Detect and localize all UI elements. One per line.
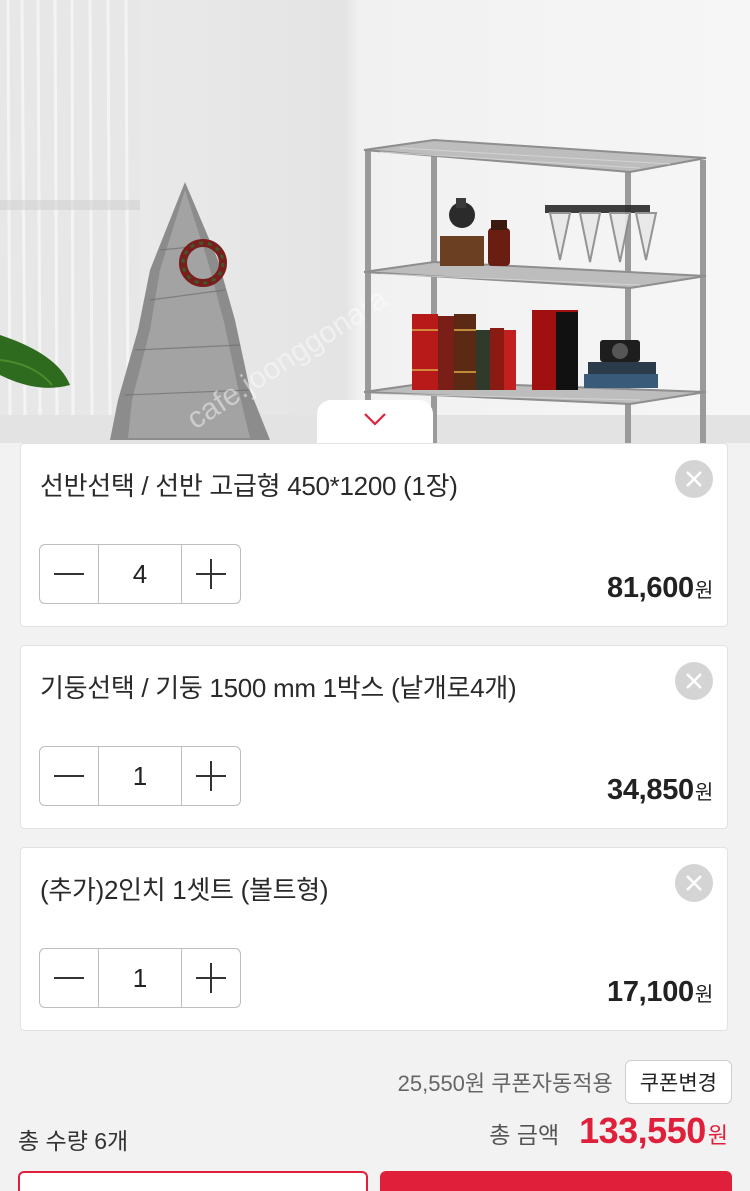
quantity-stepper: 1 xyxy=(39,948,241,1008)
close-icon xyxy=(686,471,702,487)
chevron-down-icon xyxy=(364,413,386,426)
cart-button[interactable] xyxy=(18,1171,368,1191)
total-price-label: 총 금액 xyxy=(489,1122,560,1148)
option-price: 17,100원 xyxy=(607,976,713,1009)
currency-label: 원 xyxy=(694,782,713,804)
close-icon xyxy=(686,673,702,689)
decrease-button[interactable] xyxy=(40,949,98,1007)
option-title: 선반선택 / 선반 고급형 450*1200 (1장) xyxy=(40,471,458,501)
plus-icon xyxy=(196,761,227,791)
quantity-value[interactable]: 4 xyxy=(97,545,183,603)
product-photo: cafe.joonggonara xyxy=(0,0,750,443)
option-card: (추가)2인치 1셋트 (볼트형) 1 17,100원 xyxy=(20,847,728,1031)
minus-icon xyxy=(53,977,84,979)
coupon-row: 25,550원 쿠폰자동적용 쿠폰변경 xyxy=(398,1059,732,1105)
option-price: 81,600원 xyxy=(607,572,713,605)
currency-label: 원 xyxy=(694,580,713,602)
decrease-button[interactable] xyxy=(40,747,98,805)
quantity-value[interactable]: 1 xyxy=(97,949,183,1007)
option-card: 선반선택 / 선반 고급형 450*1200 (1장) 4 81,600원 xyxy=(20,443,728,627)
remove-option-button[interactable] xyxy=(675,864,713,902)
option-price: 34,850원 xyxy=(607,774,713,807)
total-price-value: 133,550 xyxy=(579,1110,706,1151)
plus-icon xyxy=(196,963,227,993)
increase-button[interactable] xyxy=(182,747,240,805)
remove-option-button[interactable] xyxy=(675,460,713,498)
option-title: 기둥선택 / 기둥 1500 mm 1박스 (낱개로4개) xyxy=(40,673,517,703)
quantity-value[interactable]: 1 xyxy=(97,747,183,805)
product-photo-illustration: cafe.joonggonara xyxy=(0,0,750,443)
total-quantity: 총 수량 6개 xyxy=(18,1128,129,1154)
remove-option-button[interactable] xyxy=(675,662,713,700)
increase-button[interactable] xyxy=(182,545,240,603)
total-currency-label: 원 xyxy=(707,1123,728,1148)
close-icon xyxy=(686,875,702,891)
coupon-applied-text: 25,550원 쿠폰자동적용 xyxy=(397,1071,613,1096)
option-card: 기둥선택 / 기둥 1500 mm 1박스 (낱개로4개) 1 34,850원 xyxy=(20,645,728,829)
minus-icon xyxy=(53,573,84,575)
total-price-block: 총 금액 133,550 원 xyxy=(489,1110,728,1152)
currency-label: 원 xyxy=(694,984,713,1006)
buy-now-button[interactable] xyxy=(380,1171,732,1191)
minus-icon xyxy=(53,775,84,777)
option-price-value: 34,850 xyxy=(606,774,694,806)
option-price-value: 81,600 xyxy=(606,572,694,604)
increase-button[interactable] xyxy=(182,949,240,1007)
option-price-value: 17,100 xyxy=(606,976,694,1008)
option-title: (추가)2인치 1셋트 (볼트형) xyxy=(40,875,329,905)
collapse-options-button[interactable] xyxy=(317,400,433,443)
plus-icon xyxy=(196,559,227,589)
change-coupon-button[interactable]: 쿠폰변경 xyxy=(624,1060,732,1104)
quantity-stepper: 4 xyxy=(39,544,241,604)
quantity-stepper: 1 xyxy=(39,746,241,806)
decrease-button[interactable] xyxy=(40,545,98,603)
